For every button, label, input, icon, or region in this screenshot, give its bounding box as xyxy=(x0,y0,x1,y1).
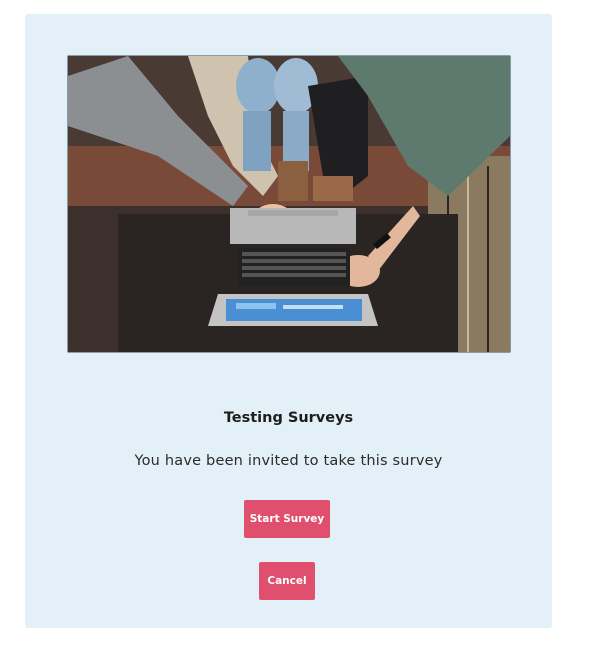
cancel-button[interactable]: Cancel xyxy=(259,562,315,600)
survey-invitation-text: You have been invited to take this surve… xyxy=(134,453,443,469)
survey-title: Testing Surveys xyxy=(223,410,354,426)
survey-invite-card: Testing Surveys You have been invited to… xyxy=(25,14,552,628)
start-survey-button[interactable]: Start Survey xyxy=(244,500,330,538)
survey-hero-image xyxy=(67,55,511,353)
